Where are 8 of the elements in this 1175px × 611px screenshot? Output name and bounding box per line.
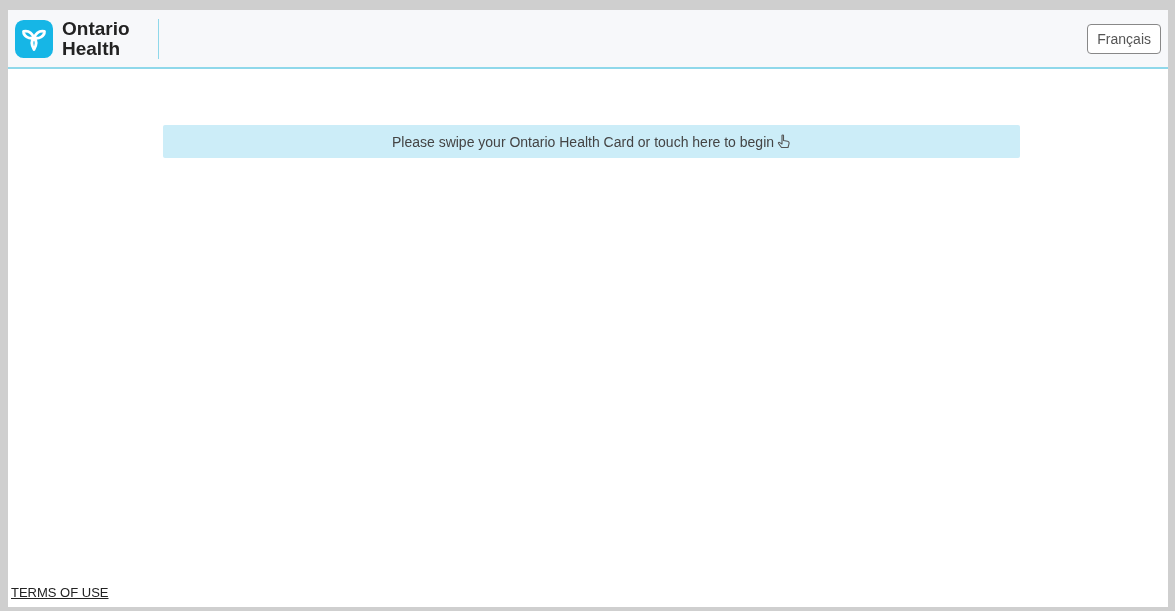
language-button[interactable]: Français bbox=[1087, 23, 1161, 54]
prompt-text: Please swipe your Ontario Health Card or touch here to begin bbox=[391, 133, 775, 150]
brand-name: Ontario bbox=[62, 18, 130, 39]
start-prompt-banner[interactable]: Please swipe your Ontario Health Card or touch here to begin bbox=[163, 125, 1020, 158]
brand-name: Health bbox=[62, 38, 122, 59]
terms-of-use-link[interactable]: TERMS OF USE bbox=[11, 585, 109, 600]
trillium-logo-icon bbox=[15, 19, 53, 58]
pointing-hand-icon bbox=[777, 134, 792, 149]
